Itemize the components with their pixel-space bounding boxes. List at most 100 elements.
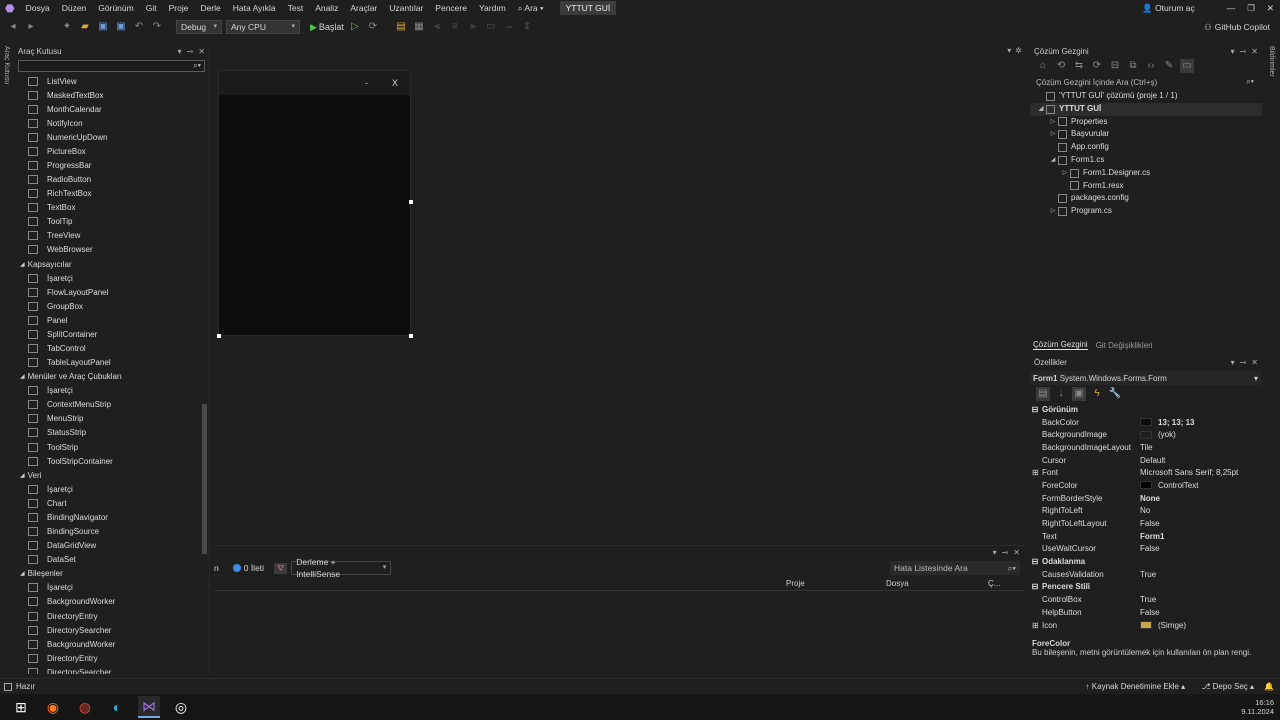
property-value[interactable]: Form1 xyxy=(1140,532,1164,541)
messages-filter-button[interactable]: 0 İleti xyxy=(232,563,264,573)
align-center-icon[interactable]: ≡ xyxy=(448,20,462,34)
property-row-forecolor[interactable]: ForeColor ControlText xyxy=(1030,479,1262,492)
properties-icon[interactable]: ✎ xyxy=(1162,59,1176,73)
toolbox-item-isaretci[interactable]: İşaretçi xyxy=(14,581,200,595)
visual-studio-icon[interactable]: ⋈ xyxy=(138,696,160,718)
expander-arrow-icon[interactable]: ▷ xyxy=(1048,116,1058,129)
solution-node-form1-cs[interactable]: ◢ Form1.cs xyxy=(1030,154,1262,167)
close-icon[interactable]: ✕ xyxy=(1251,46,1258,58)
menu-item-pencere[interactable]: Pencere xyxy=(429,0,473,16)
property-value[interactable]: False xyxy=(1140,608,1160,617)
properties-object-selector[interactable]: Form1 System.Windows.Forms.Form ▾ xyxy=(1030,371,1262,385)
notifications-side-tab[interactable]: Bildirimler xyxy=(1268,46,1275,77)
property-row-usewaitcursor[interactable]: UseWaitCursor False xyxy=(1030,543,1262,556)
undo-icon[interactable]: ↶ xyxy=(132,20,146,34)
edge-icon[interactable]: ◐ xyxy=(106,696,128,718)
toolbox-section-veri[interactable]: ◢ Veri xyxy=(14,468,200,482)
property-row-cursor[interactable]: Cursor Default xyxy=(1030,454,1262,467)
pin-icon[interactable]: ⊸ xyxy=(187,46,194,58)
solution-node-program-cs[interactable]: ▷ Program.cs xyxy=(1030,205,1262,218)
property-category-gorunum[interactable]: ⊟ Görünüm xyxy=(1030,403,1262,416)
toolbox-item-textbox[interactable]: TextBox xyxy=(14,201,200,215)
alphabetical-icon[interactable]: ↓ xyxy=(1054,387,1068,401)
property-value[interactable]: True xyxy=(1140,595,1156,604)
property-row-icon[interactable]: ⊞ Icon (Simge) xyxy=(1030,619,1262,632)
window-position-icon[interactable]: ▾ xyxy=(178,46,182,58)
collapse-all-icon[interactable]: ⊟ xyxy=(1108,59,1122,73)
toolbox-icon[interactable]: ▤ xyxy=(394,20,408,34)
tab-git-changes[interactable]: Git Değişiklikleri xyxy=(1096,341,1153,350)
column-file[interactable]: Dosya xyxy=(886,579,909,588)
toolbox-item-menustrip[interactable]: MenuStrip xyxy=(14,412,200,426)
pin-icon[interactable]: ⊸ xyxy=(1002,548,1009,557)
platform-dropdown[interactable]: Any CPU ▾ xyxy=(226,20,300,34)
menu-item-gorunum[interactable]: Görünüm xyxy=(92,0,139,16)
switch-views-icon[interactable]: ⟲ xyxy=(1054,59,1068,73)
scrollbar-thumb[interactable] xyxy=(202,404,207,554)
toolbox-section-bilesenler[interactable]: ◢ Bileşenler xyxy=(14,567,200,581)
property-value[interactable]: (yok) xyxy=(1140,430,1176,439)
toolbox-section-kapsayicilar[interactable]: ◢ Kapsayıcılar xyxy=(14,257,200,271)
toolbox-item-isaretci[interactable]: İşaretçi xyxy=(14,271,200,285)
property-row-font[interactable]: ⊞ Font Microsoft Sans Serif; 8,25pt xyxy=(1030,466,1262,479)
menu-item-dosya[interactable]: Dosya xyxy=(20,0,56,16)
toolbox-item-isaretci[interactable]: İşaretçi xyxy=(14,384,200,398)
close-window-button[interactable]: ✕ xyxy=(1261,0,1280,16)
expand-icon[interactable]: ⊞ xyxy=(1032,621,1039,630)
property-value[interactable]: Microsoft Sans Serif; 8,25pt xyxy=(1140,468,1238,477)
toolbox-item-datagridview[interactable]: DataGridView xyxy=(14,539,200,553)
toolbox-item-statusstrip[interactable]: StatusStrip xyxy=(14,426,200,440)
expander-arrow-icon[interactable]: ▷ xyxy=(1048,128,1058,141)
column-line[interactable]: Ç... xyxy=(988,579,1000,588)
tab-solution-explorer[interactable]: Çözüm Gezgini xyxy=(1033,340,1088,350)
toolbox-section-menuler-ve-arac-cubuklari[interactable]: ◢ Menüler ve Araç Çubukları xyxy=(14,370,200,384)
property-value[interactable]: (Simge) xyxy=(1140,621,1186,630)
collapse-icon[interactable]: ⊟ xyxy=(1030,582,1040,591)
add-to-source-control-button[interactable]: ↑ Kaynak Denetimine Ekle ▴ xyxy=(1086,682,1186,691)
align-right-icon[interactable]: ⫸ xyxy=(466,20,480,34)
sync-icon[interactable]: ⟳ xyxy=(1090,59,1104,73)
toolbox-item-tablelayoutpanel[interactable]: TableLayoutPanel xyxy=(14,356,200,370)
property-value[interactable]: True xyxy=(1140,570,1156,579)
notification-bell-icon[interactable]: 🔔 xyxy=(1264,682,1274,691)
toolbox-item-backgroundworker[interactable]: BackgroundWorker xyxy=(14,595,200,609)
solution-node-yttut-gui-cozumu-proje-1-1[interactable]: 'YTTUT GUİ' çözümü (proje 1 / 1) xyxy=(1030,90,1262,103)
pin-icon[interactable]: ⊸ xyxy=(1240,357,1247,369)
toolbox-item-treeview[interactable]: TreeView xyxy=(14,229,200,243)
toolbox-item-richtextbox[interactable]: RichTextBox xyxy=(14,187,200,201)
windows-start-icon[interactable]: ⊞ xyxy=(10,696,32,718)
save-all-icon[interactable]: ▣ xyxy=(114,20,128,34)
menu-item-uzantilar[interactable]: Uzantılar xyxy=(383,0,429,16)
menu-item-proje[interactable]: Proje xyxy=(163,0,195,16)
toolbox-search-input[interactable]: ⌕▾ xyxy=(18,60,205,72)
property-row-backgroundimagelayout[interactable]: BackgroundImageLayout Tile xyxy=(1030,441,1262,454)
toolbox-item-flowlayoutpanel[interactable]: FlowLayoutPanel xyxy=(14,285,200,299)
property-row-righttoleftlayout[interactable]: RightToLeftLayout False xyxy=(1030,517,1262,530)
toolbox-item-tooltip[interactable]: ToolTip xyxy=(14,215,200,229)
expander-arrow-icon[interactable]: ◢ xyxy=(1036,103,1046,116)
property-row-backgroundimage[interactable]: BackgroundImage (yok) xyxy=(1030,428,1262,441)
expander-arrow-icon[interactable]: ▷ xyxy=(1048,205,1058,218)
preview-icon[interactable]: ▭ xyxy=(1180,59,1194,73)
toolbox-item-splitcontainer[interactable]: SplitContainer xyxy=(14,327,200,341)
github-copilot-button[interactable]: ⚇ GitHub Copilot xyxy=(1204,22,1280,33)
toolbox-item-notifyicon[interactable]: NotifyIcon xyxy=(14,116,200,130)
toolbox-item-groupbox[interactable]: GroupBox xyxy=(14,299,200,313)
clock[interactable]: 16:16 9.11.2024 xyxy=(1241,698,1280,716)
toolbox-item-directorysearcher[interactable]: DirectorySearcher xyxy=(14,623,200,637)
spacing-vertical-icon[interactable]: ⇕ xyxy=(520,20,534,34)
menu-item-duzen[interactable]: Düzen xyxy=(56,0,93,16)
solution-node-app-config[interactable]: App.config xyxy=(1030,141,1262,154)
toolbox-item-directorysearcher[interactable]: DirectorySearcher xyxy=(14,665,200,674)
solution-node-form1-resx[interactable]: Form1.resx xyxy=(1030,180,1262,193)
expander-arrow-icon[interactable]: ◢ xyxy=(1048,154,1058,167)
build-filter-dropdown[interactable]: Derleme + IntelliSense ▾ xyxy=(291,557,392,579)
expand-icon[interactable]: ⊞ xyxy=(1032,468,1039,477)
spacing-icon[interactable]: ⇔ xyxy=(502,20,516,34)
menu-item-test[interactable]: Test xyxy=(282,0,310,16)
toolbox-item-bindingnavigator[interactable]: BindingNavigator xyxy=(14,510,200,524)
menu-item-yardim[interactable]: Yardım xyxy=(473,0,512,16)
collapse-icon[interactable]: ⊟ xyxy=(1030,405,1040,414)
property-value[interactable]: Tile xyxy=(1140,443,1153,452)
obs-icon[interactable]: ◎ xyxy=(170,696,192,718)
